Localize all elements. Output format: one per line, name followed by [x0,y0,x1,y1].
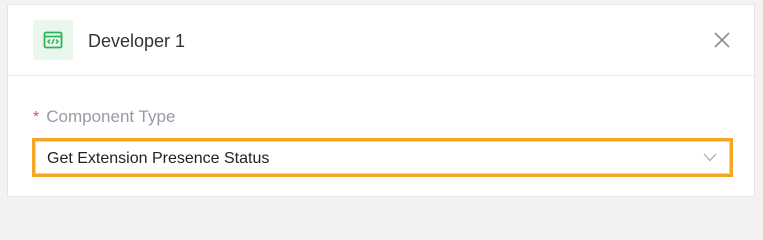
code-window-icon [33,20,73,60]
node-config-panel: Developer 1 * Component Type Get Extensio… [7,4,755,197]
close-button[interactable] [712,30,732,50]
chevron-down-icon [703,153,717,162]
component-type-highlight: Get Extension Presence Status [32,138,733,177]
required-mark: * [33,109,40,126]
component-type-label: * Component Type [33,107,175,128]
close-icon[interactable] [712,30,732,50]
component-type-select[interactable]: Get Extension Presence Status [35,141,730,174]
panel-title: Developer 1 [88,31,186,51]
component-type-label-text: Component Type [46,107,176,126]
component-type-value: Get Extension Presence Status [47,150,270,167]
panel-header: Developer 1 [8,5,754,76]
